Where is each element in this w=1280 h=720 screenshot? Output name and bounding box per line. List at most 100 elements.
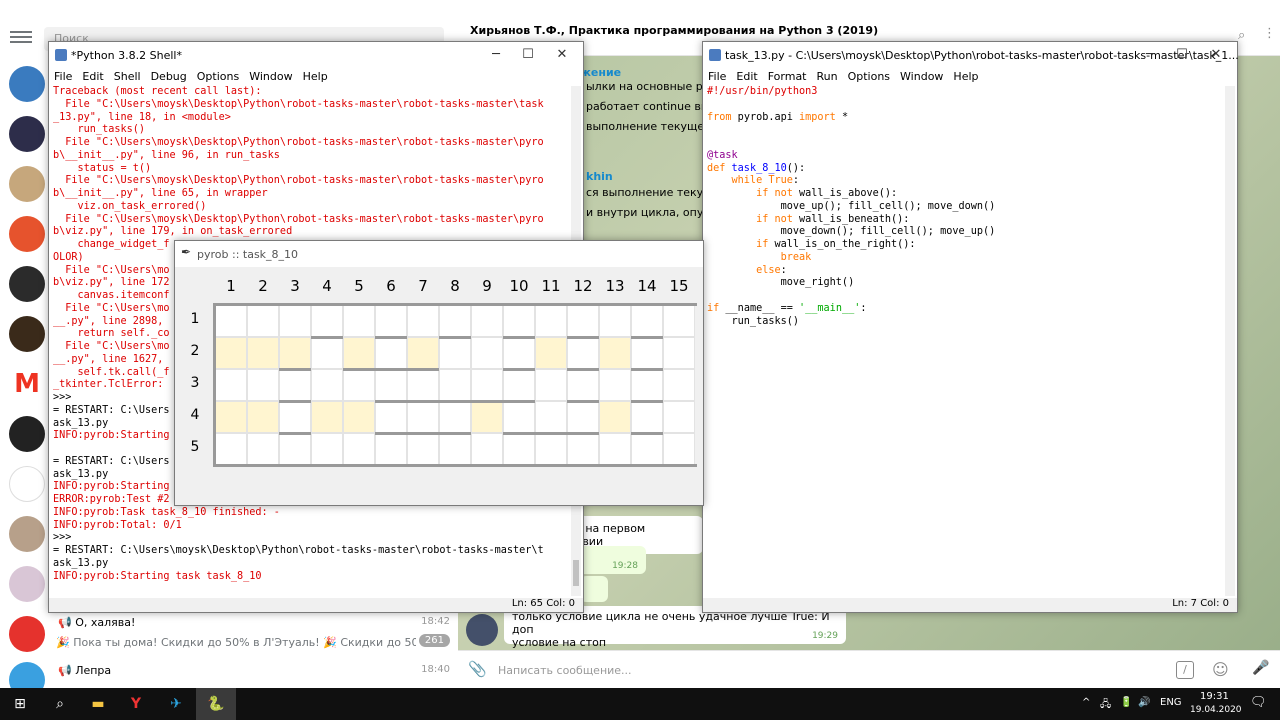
notifications-icon[interactable]: 🗨: [1250, 695, 1267, 710]
menu-format[interactable]: Format: [763, 68, 812, 85]
row-label: 3: [190, 375, 200, 391]
close-button[interactable]: ✕: [547, 45, 577, 65]
yandex-browser-icon[interactable]: Y: [116, 688, 156, 720]
chat-avatar[interactable]: [9, 66, 45, 102]
tray-chevron-icon[interactable]: ^: [1082, 697, 1090, 708]
attach-icon[interactable]: 📎: [468, 660, 487, 678]
chat-avatar[interactable]: [9, 316, 45, 352]
shell-line: run_tasks(): [53, 124, 146, 136]
field-cell: [631, 305, 663, 337]
message-text: только условие цикла не очень удачное лу…: [512, 610, 830, 636]
network-icon[interactable]: 🖧: [1100, 697, 1111, 714]
inner-wall: [503, 432, 535, 435]
language-indicator[interactable]: ENG: [1160, 697, 1182, 708]
status-bar: Ln: 7 Col: 0: [703, 598, 1237, 612]
metro-logo-icon[interactable]: М: [9, 366, 45, 402]
outer-wall: [213, 464, 697, 467]
column-label: 13: [605, 277, 625, 295]
command-icon[interactable]: /: [1176, 661, 1194, 679]
column-label: 3: [290, 277, 300, 295]
code-editor[interactable]: #!/usr/bin/python3 from pyrob.api import…: [707, 86, 1223, 596]
search-icon[interactable]: ⌕: [40, 688, 80, 720]
field-cell: [311, 433, 343, 465]
window-titlebar[interactable]: ✒ pyrob :: task_8_10: [175, 241, 703, 267]
field-cell: [247, 305, 279, 337]
menu-run[interactable]: Run: [812, 68, 843, 85]
menu-window[interactable]: Window: [895, 68, 948, 85]
field-cell: [503, 369, 535, 401]
menu-shell[interactable]: Shell: [109, 68, 146, 85]
more-icon[interactable]: ⋮: [1263, 26, 1276, 41]
maximize-button[interactable]: ☐: [1167, 45, 1197, 65]
code-line: move_down(); fill_cell(); move_up(): [707, 226, 996, 238]
chat-avatar[interactable]: [9, 166, 45, 202]
window-title: pyrob :: task_8_10: [197, 248, 299, 261]
field-cell: [663, 305, 695, 337]
volume-icon[interactable]: 🔊: [1138, 697, 1150, 708]
chat-avatar[interactable]: [9, 116, 45, 152]
shell-line: b\__init__.py", line 65, in wrapper: [53, 188, 268, 199]
menu-edit[interactable]: Edit: [731, 68, 762, 85]
microphone-icon[interactable]: 🎤: [1252, 660, 1269, 676]
chat-list-item[interactable]: 📢 О, халява! 🎉 Пока ты дома! Скидки до 5…: [0, 612, 458, 658]
field-cell: [471, 337, 503, 369]
field-cell: [215, 305, 247, 337]
menu-debug[interactable]: Debug: [146, 68, 192, 85]
menu-window[interactable]: Window: [244, 68, 297, 85]
field-cell: [439, 369, 471, 401]
menu-edit[interactable]: Edit: [77, 68, 108, 85]
window-titlebar[interactable]: task_13.py - C:\Users\moysk\Desktop\Pyth…: [703, 42, 1239, 68]
menu-help[interactable]: Help: [298, 68, 333, 85]
message-input[interactable]: Написать сообщение...: [498, 664, 632, 677]
field-cell: [343, 433, 375, 465]
column-label: 8: [450, 277, 460, 295]
telegram-icon[interactable]: ✈: [156, 688, 196, 720]
chat-avatar[interactable]: [9, 416, 45, 452]
megaphone-icon: 📢: [58, 664, 76, 677]
chat-avatar[interactable]: [9, 516, 45, 552]
field-cell: [535, 369, 567, 401]
chat-avatar[interactable]: [9, 566, 45, 602]
field-cell: [279, 305, 311, 337]
chat-avatar[interactable]: [9, 466, 45, 502]
clock-date[interactable]: 19.04.2020: [1190, 705, 1242, 715]
field-cell: [599, 401, 631, 433]
vertical-scrollbar[interactable]: [1225, 86, 1235, 596]
field-cell: [407, 337, 439, 369]
windows-start-icon[interactable]: ⊞: [0, 688, 40, 720]
field-cell: [663, 337, 695, 369]
field-cell: [407, 369, 439, 401]
window-titlebar[interactable]: *Python 3.8.2 Shell* ─ ☐ ✕: [49, 42, 583, 68]
maximize-button[interactable]: ☐: [513, 45, 543, 65]
menu-file[interactable]: File: [703, 68, 731, 85]
emoji-icon[interactable]: ☺: [1212, 660, 1229, 679]
row-label: 1: [190, 311, 200, 327]
field-cell: [375, 305, 407, 337]
field-cell: [279, 401, 311, 433]
field-cell: [567, 337, 599, 369]
inner-wall: [375, 400, 407, 403]
menu-file[interactable]: File: [49, 68, 77, 85]
python-idle-icon[interactable]: 🐍: [196, 688, 236, 720]
code-line: break: [707, 251, 812, 263]
chat-avatar[interactable]: [9, 266, 45, 302]
field-cell: [535, 401, 567, 433]
column-label: 10: [509, 277, 529, 295]
column-label: 1: [226, 277, 236, 295]
chat-title: Хирьянов Т.Ф., Практика программирования…: [470, 24, 879, 37]
menu-help[interactable]: Help: [948, 68, 983, 85]
chat-avatar[interactable]: [9, 216, 45, 252]
menu-options[interactable]: Options: [843, 68, 895, 85]
clock-time[interactable]: 19:31: [1200, 691, 1229, 702]
close-button[interactable]: ✕: [1201, 45, 1231, 65]
field-cell: [343, 337, 375, 369]
file-explorer-icon[interactable]: ▬: [78, 688, 118, 720]
minimize-button[interactable]: ─: [481, 45, 511, 65]
menu-options[interactable]: Options: [192, 68, 244, 85]
search-icon[interactable]: ⌕: [1238, 28, 1245, 43]
battery-icon[interactable]: 🔋: [1120, 697, 1132, 708]
minimize-button[interactable]: ─: [1135, 45, 1165, 65]
field-cell: [503, 401, 535, 433]
hamburger-menu-icon[interactable]: [10, 28, 32, 48]
field-cell: [535, 305, 567, 337]
